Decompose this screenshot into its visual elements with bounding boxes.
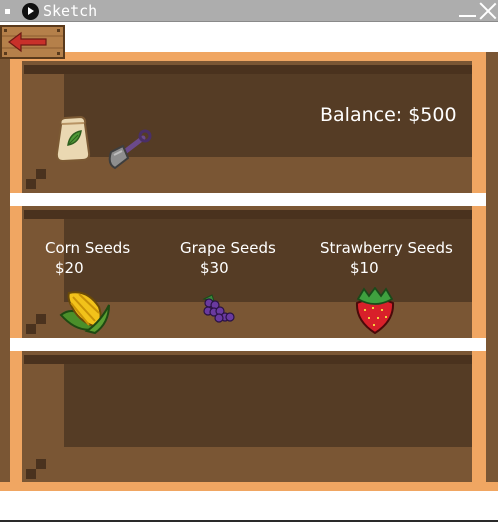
- item-price-strawberry: $10: [350, 259, 379, 277]
- item-price-corn: $20: [55, 259, 84, 277]
- grape-icon[interactable]: [200, 293, 236, 325]
- corn-icon[interactable]: [57, 285, 113, 335]
- item-price-grape: $30: [200, 259, 229, 277]
- shelf-right-post: [486, 52, 498, 491]
- window-bottom-edge: [0, 520, 498, 522]
- item-name-strawberry: Strawberry Seeds: [320, 239, 453, 257]
- back-button[interactable]: [0, 24, 65, 60]
- close-icon[interactable]: [479, 2, 497, 20]
- shovel-icon[interactable]: [105, 128, 153, 172]
- seed-bag-icon[interactable]: [53, 115, 93, 163]
- minimize-icon[interactable]: [459, 15, 476, 17]
- window-menu-icon[interactable]: [5, 9, 10, 14]
- shelf-bottom-rail: [0, 482, 498, 491]
- item-name-corn: Corn Seeds: [45, 239, 131, 257]
- strawberry-icon[interactable]: [352, 287, 398, 335]
- balance-label: Balance: $500: [320, 104, 457, 126]
- shelf-bay-empty: [10, 351, 486, 482]
- window-title: Sketch: [43, 2, 98, 20]
- item-name-grape: Grape Seeds: [180, 239, 276, 257]
- window-title-bar: Sketch: [0, 0, 498, 22]
- shelf-top-rail: [0, 52, 498, 61]
- shelf-left-post: [0, 52, 10, 491]
- game-canvas: Balance: $500 Corn Seeds $20 Grape Seeds…: [0, 23, 498, 513]
- back-arrow-icon: [0, 25, 65, 59]
- play-circle-icon: [22, 3, 39, 20]
